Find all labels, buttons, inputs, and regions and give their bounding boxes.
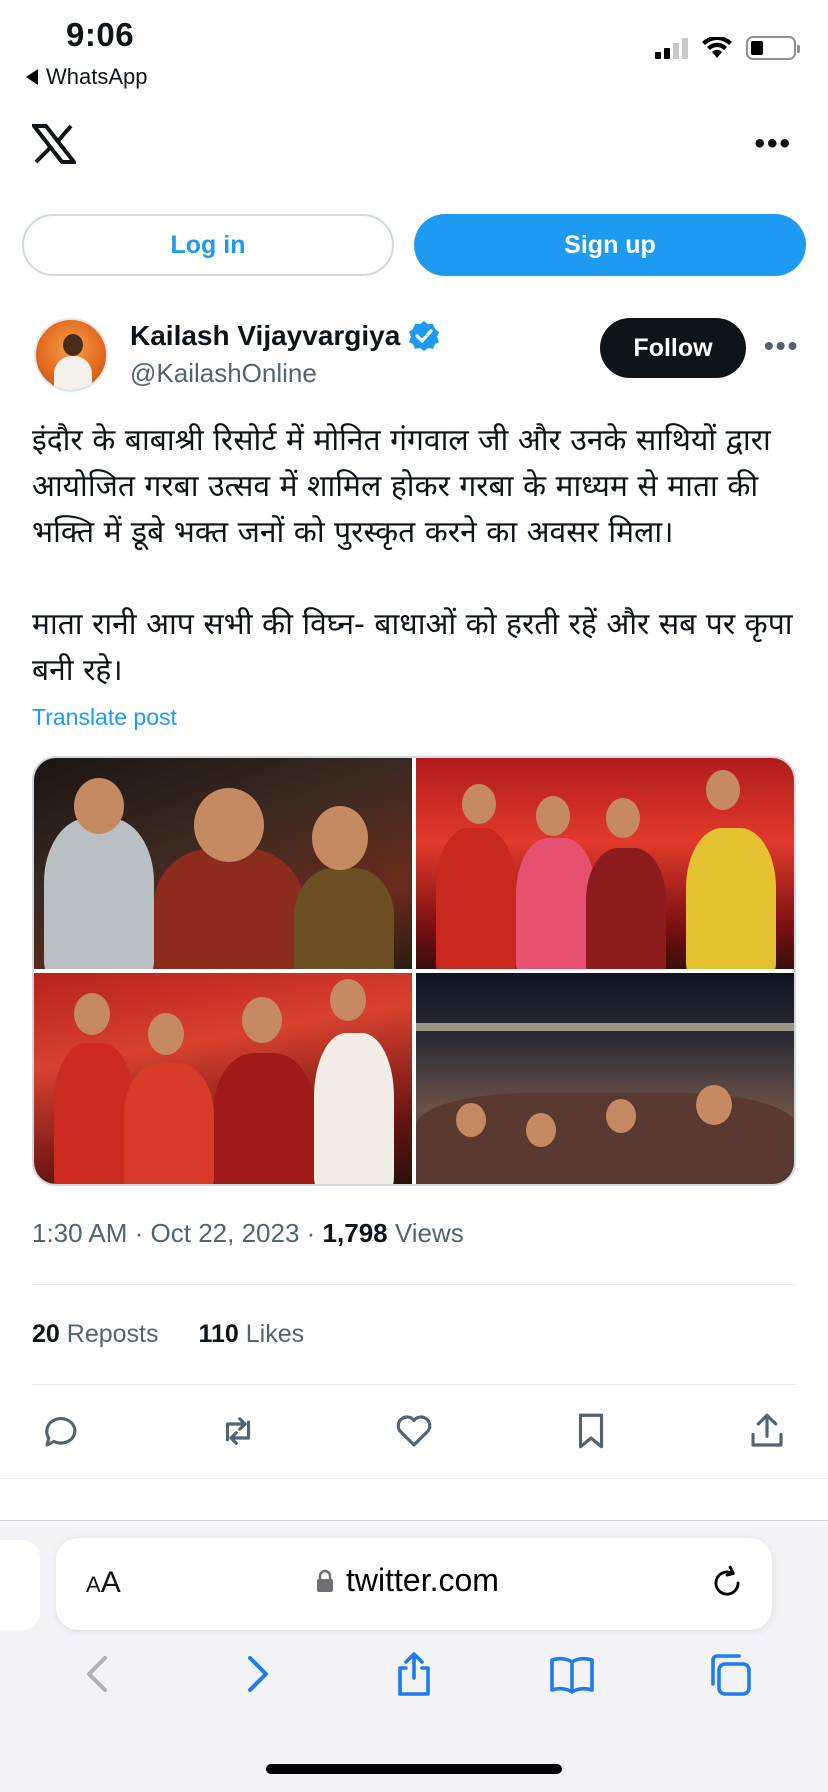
avatar[interactable] xyxy=(34,318,108,392)
author-handle[interactable]: @KailashOnline xyxy=(130,358,317,389)
tabs-icon[interactable] xyxy=(705,1650,753,1698)
tweet-date[interactable]: Oct 22, 2023 xyxy=(151,1218,300,1248)
more-options-icon[interactable]: ••• xyxy=(754,124,792,164)
x-logo-icon[interactable] xyxy=(32,124,76,164)
media-photo-1[interactable] xyxy=(34,758,412,969)
cellular-signal-icon xyxy=(655,37,688,59)
back-app-label: WhatsApp xyxy=(46,64,148,89)
tweet-more-icon[interactable]: ••• xyxy=(764,328,799,364)
wifi-icon xyxy=(702,37,732,58)
divider xyxy=(32,1384,796,1385)
views-label: Views xyxy=(394,1218,464,1248)
text-size-button[interactable]: AA xyxy=(86,1566,121,1600)
bookmarks-icon[interactable] xyxy=(548,1650,596,1698)
url-text[interactable]: twitter.com xyxy=(346,1562,499,1599)
status-icons xyxy=(655,36,800,60)
tweet-actions xyxy=(40,1410,788,1452)
author-name-text: Kailash Vijayvargiya xyxy=(130,320,401,351)
divider xyxy=(0,1478,828,1479)
back-triangle-icon xyxy=(26,69,38,85)
battery-icon xyxy=(746,36,800,60)
home-indicator[interactable] xyxy=(266,1764,562,1774)
browser-nav xyxy=(0,1650,828,1698)
media-grid xyxy=(32,756,796,1186)
divider xyxy=(32,1284,796,1285)
media-photo-4[interactable] xyxy=(416,973,794,1184)
repost-icon[interactable] xyxy=(217,1410,259,1452)
address-bar[interactable]: AA twitter.com xyxy=(56,1538,772,1630)
forward-icon[interactable] xyxy=(232,1650,280,1698)
reply-icon[interactable] xyxy=(40,1410,82,1452)
media-photo-2[interactable] xyxy=(416,758,794,969)
status-time: 9:06 xyxy=(66,16,135,53)
likes-stat[interactable]: 110 Likes xyxy=(198,1320,304,1349)
share-icon[interactable] xyxy=(746,1410,788,1452)
bookmark-icon[interactable] xyxy=(570,1410,612,1452)
reposts-stat[interactable]: 20 Reposts xyxy=(32,1320,158,1349)
tweet-meta: 1:30 AM · Oct 22, 2023 · 1,798 Views xyxy=(32,1218,464,1248)
views-count: 1,798 xyxy=(322,1218,388,1248)
translate-post-link[interactable]: Translate post xyxy=(32,704,177,731)
author-name[interactable]: Kailash Vijayvargiya xyxy=(130,320,440,352)
like-icon[interactable] xyxy=(393,1410,435,1452)
share-sheet-icon[interactable] xyxy=(390,1650,438,1698)
tweet-text: इंदौर के बाबाश्री रिसोर्ट में मोनित गंगव… xyxy=(32,423,793,688)
tweet-time[interactable]: 1:30 AM xyxy=(32,1218,127,1248)
follow-button[interactable]: Follow xyxy=(600,318,746,378)
back-icon[interactable] xyxy=(75,1650,123,1698)
media-photo-3[interactable] xyxy=(34,973,412,1184)
engagement-stats: 20 Reposts 110 Likes xyxy=(32,1320,304,1349)
reload-icon[interactable] xyxy=(708,1564,746,1602)
previous-tab-peek[interactable] xyxy=(0,1540,40,1630)
lock-icon xyxy=(317,1569,333,1592)
login-button[interactable]: Log in xyxy=(22,214,394,276)
signup-button[interactable]: Sign up xyxy=(414,214,806,276)
back-to-app-link[interactable]: WhatsApp xyxy=(26,64,148,90)
verified-badge-icon xyxy=(409,321,440,351)
